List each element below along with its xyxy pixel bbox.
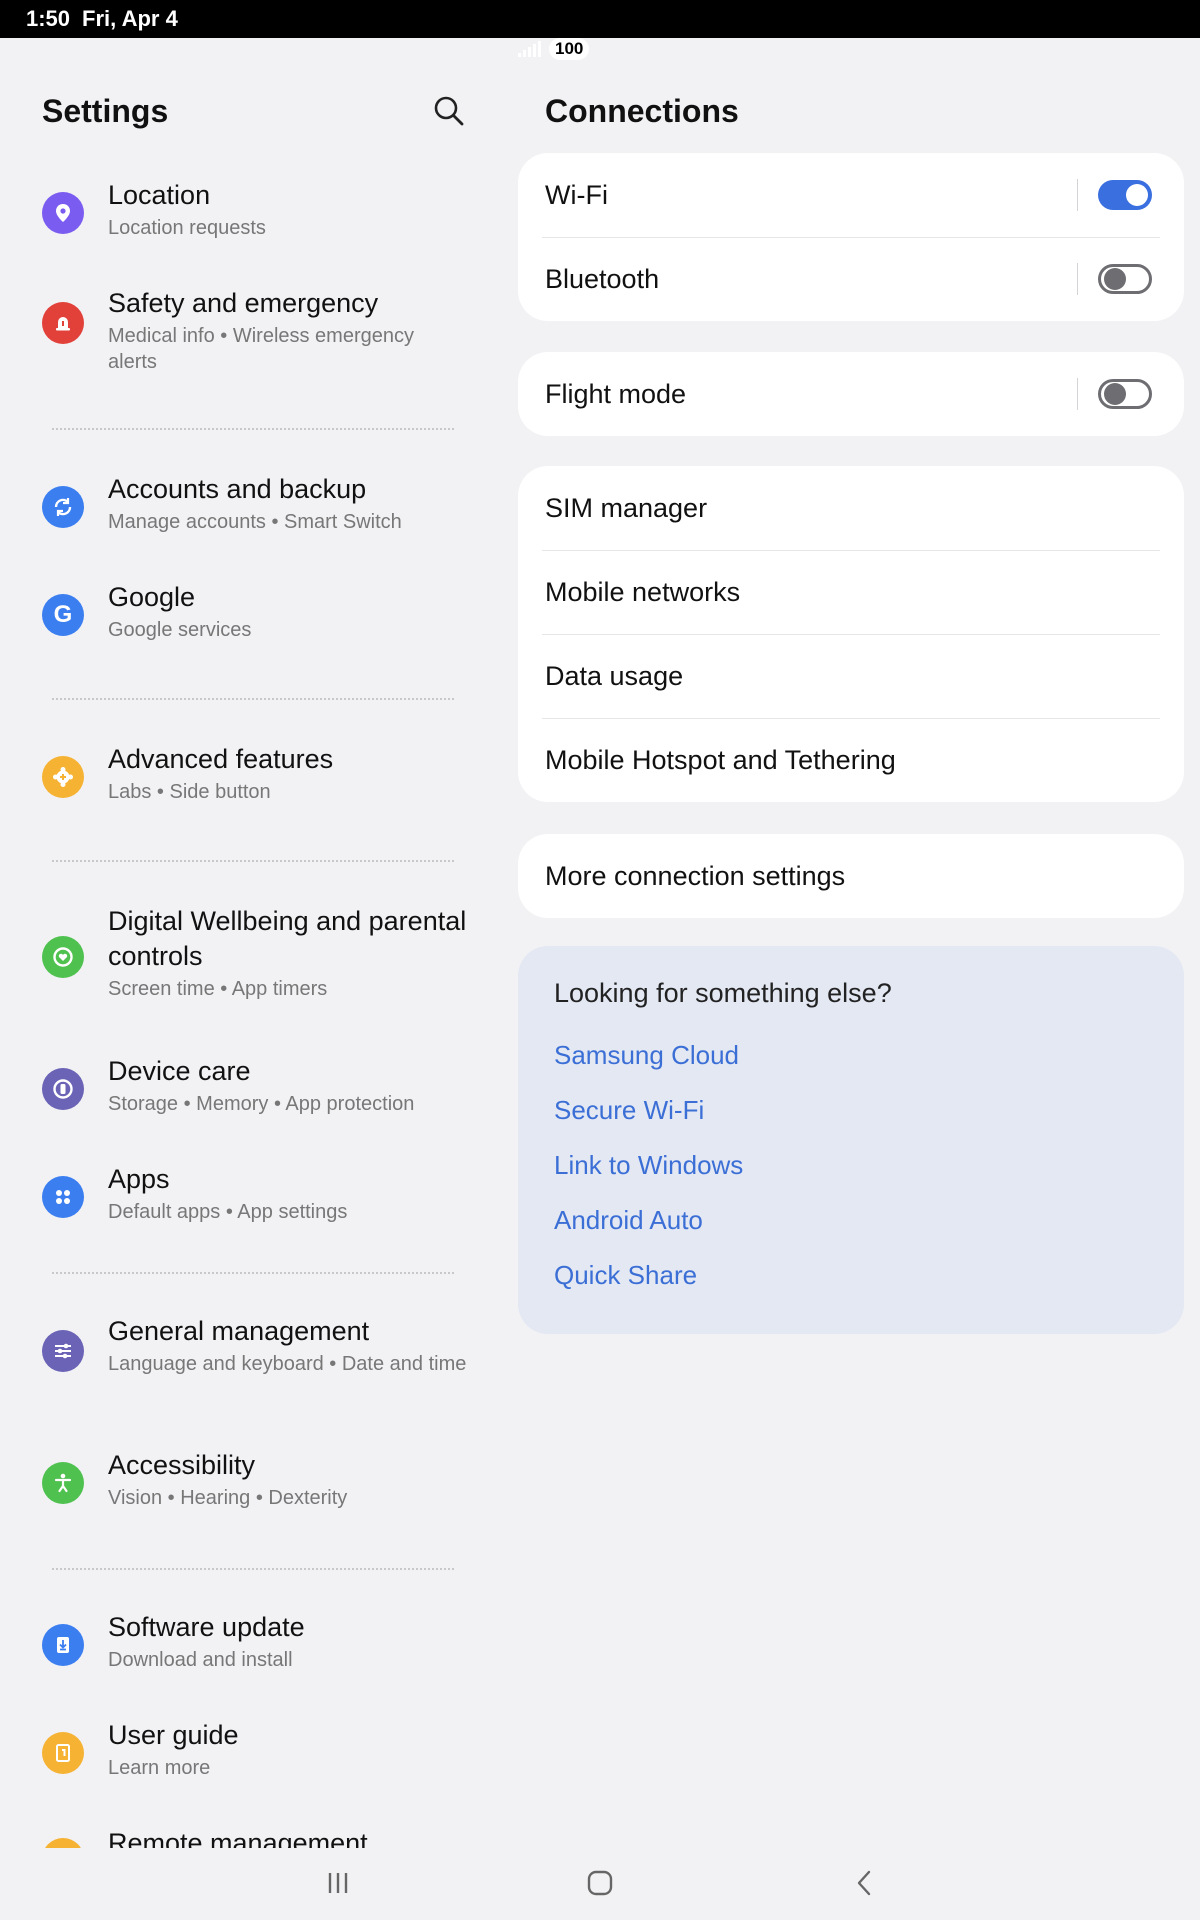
item-subtitle: Screen time • App timers bbox=[108, 978, 328, 1000]
item-title: Advanced features bbox=[108, 744, 334, 774]
sidebar-item-accessibility[interactable]: Accessibility Vision • Hearing • Dexteri… bbox=[0, 1448, 500, 1538]
hotspot-row[interactable]: Mobile Hotspot and Tethering bbox=[518, 718, 1184, 802]
device-care-icon bbox=[42, 1068, 84, 1110]
link-quick-share[interactable]: Quick Share bbox=[554, 1260, 697, 1291]
group-divider bbox=[52, 698, 454, 700]
item-subtitle: Vision • Hearing • Dexterity bbox=[108, 1487, 348, 1509]
sync-icon bbox=[42, 486, 84, 528]
link-samsung-cloud[interactable]: Samsung Cloud bbox=[554, 1040, 739, 1071]
gear-plus-icon bbox=[42, 756, 84, 798]
back-icon[interactable] bbox=[844, 1866, 884, 1900]
sidebar-item-device-care[interactable]: Device care Storage • Memory • App prote… bbox=[0, 1054, 500, 1144]
bluetooth-toggle[interactable] bbox=[1098, 264, 1152, 294]
group-divider bbox=[52, 428, 454, 430]
separator bbox=[1077, 179, 1078, 211]
signal-icon bbox=[518, 41, 541, 57]
flight-mode-toggle[interactable] bbox=[1098, 379, 1152, 409]
user-guide-icon bbox=[42, 1732, 84, 1774]
wireless-card: Wi-Fi Bluetooth bbox=[518, 153, 1184, 321]
status-date: Fri, Apr 4 bbox=[82, 6, 178, 31]
sidebar-item-remote-management[interactable]: Remote management bbox=[0, 1826, 500, 1848]
status-bar: 1:50 Fri, Apr 4 100 bbox=[0, 0, 1200, 60]
separator bbox=[1077, 378, 1078, 410]
suggestions-card: Looking for something else? Samsung Clou… bbox=[518, 946, 1184, 1334]
sidebar-item-apps[interactable]: Apps Default apps • App settings bbox=[0, 1162, 500, 1252]
item-subtitle: Language and keyboard • Date and time bbox=[108, 1353, 467, 1375]
status-time: 1:50 bbox=[26, 6, 71, 31]
bluetooth-row[interactable]: Bluetooth bbox=[518, 237, 1184, 321]
wellbeing-icon bbox=[42, 936, 84, 978]
sidebar-item-user-guide[interactable]: User guide Learn more bbox=[0, 1718, 500, 1808]
battery-icon: 100 bbox=[549, 38, 590, 60]
home-icon[interactable] bbox=[580, 1866, 620, 1900]
wifi-label: Wi-Fi bbox=[545, 179, 608, 210]
mobile-card: SIM manager Mobile networks Data usage M… bbox=[518, 466, 1184, 802]
item-title: Google bbox=[108, 582, 196, 612]
apps-grid-icon bbox=[42, 1176, 84, 1218]
software-update-icon bbox=[42, 1624, 84, 1666]
navigation-bar bbox=[0, 1848, 1200, 1920]
group-divider bbox=[52, 860, 454, 862]
mobile-networks-row[interactable]: Mobile networks bbox=[518, 550, 1184, 634]
wifi-row[interactable]: Wi-Fi bbox=[518, 153, 1184, 237]
sliders-icon bbox=[42, 1330, 84, 1372]
item-title: Apps bbox=[108, 1164, 170, 1194]
item-subtitle: Location requests bbox=[108, 217, 266, 239]
item-title: Digital Wellbeing and parental controls bbox=[108, 906, 467, 971]
item-title: General management bbox=[108, 1316, 370, 1346]
item-title: Accessibility bbox=[108, 1450, 256, 1480]
item-subtitle: Default apps • App settings bbox=[108, 1201, 348, 1223]
sidebar-item-advanced[interactable]: Advanced features Labs • Side button bbox=[0, 742, 500, 832]
sidebar-item-google[interactable]: G Google Google services bbox=[0, 580, 500, 670]
group-divider bbox=[52, 1568, 454, 1570]
status-icons: 100 bbox=[518, 38, 1184, 60]
google-icon: G bbox=[42, 594, 84, 636]
page-title: Settings bbox=[42, 92, 169, 129]
separator bbox=[1077, 263, 1078, 295]
link-android-auto[interactable]: Android Auto bbox=[554, 1205, 703, 1236]
flight-mode-row[interactable]: Flight mode bbox=[518, 352, 1184, 436]
search-icon[interactable] bbox=[432, 94, 466, 128]
accessibility-icon bbox=[42, 1462, 84, 1504]
sidebar-item-location[interactable]: Location Location requests bbox=[0, 178, 500, 268]
alert-icon bbox=[42, 302, 84, 344]
item-title: Location bbox=[108, 180, 211, 210]
settings-header: Settings bbox=[42, 86, 472, 136]
settings-list-pane[interactable]: Settings Location Location requests Safe… bbox=[0, 38, 500, 1848]
recent-apps-icon[interactable] bbox=[318, 1866, 358, 1900]
item-subtitle: Learn more bbox=[108, 1757, 211, 1779]
item-subtitle: Manage accounts • Smart Switch bbox=[108, 511, 402, 533]
item-title: Software update bbox=[108, 1612, 305, 1642]
sidebar-item-safety[interactable]: Safety and emergency Medical info • Wire… bbox=[0, 286, 500, 396]
flight-card: Flight mode bbox=[518, 352, 1184, 436]
flight-mode-label: Flight mode bbox=[545, 378, 687, 409]
item-title: Device care bbox=[108, 1056, 251, 1086]
sidebar-item-general-management[interactable]: General management Language and keyboard… bbox=[0, 1314, 500, 1424]
remote-icon bbox=[42, 1838, 84, 1848]
item-subtitle: Medical info • Wireless emergency alerts bbox=[108, 325, 414, 373]
item-subtitle: Labs • Side button bbox=[108, 781, 271, 803]
wifi-toggle[interactable] bbox=[1098, 180, 1152, 210]
link-secure-wifi[interactable]: Secure Wi-Fi bbox=[554, 1095, 704, 1126]
data-usage-row[interactable]: Data usage bbox=[518, 634, 1184, 718]
bluetooth-label: Bluetooth bbox=[545, 263, 660, 294]
location-pin-icon bbox=[42, 192, 84, 234]
item-subtitle: Download and install bbox=[108, 1649, 293, 1671]
sidebar-item-software-update[interactable]: Software update Download and install bbox=[0, 1610, 500, 1700]
group-divider bbox=[52, 1272, 454, 1274]
link-link-to-windows[interactable]: Link to Windows bbox=[554, 1150, 743, 1181]
item-title: Accounts and backup bbox=[108, 474, 367, 504]
sidebar-item-wellbeing[interactable]: Digital Wellbeing and parental controls … bbox=[0, 904, 500, 1030]
item-title: Remote management bbox=[108, 1828, 368, 1848]
more-connection-settings-row[interactable]: More connection settings bbox=[518, 834, 1184, 918]
sidebar-item-accounts[interactable]: Accounts and backup Manage accounts • Sm… bbox=[0, 472, 500, 562]
item-subtitle: Google services bbox=[108, 619, 252, 641]
item-subtitle: Storage • Memory • App protection bbox=[108, 1093, 415, 1115]
more-card: More connection settings bbox=[518, 834, 1184, 918]
connections-title: Connections bbox=[545, 93, 739, 129]
item-title: User guide bbox=[108, 1720, 239, 1750]
suggestions-heading: Looking for something else? bbox=[554, 978, 892, 1008]
sim-manager-row[interactable]: SIM manager bbox=[518, 466, 1184, 550]
item-title: Safety and emergency bbox=[108, 288, 379, 318]
